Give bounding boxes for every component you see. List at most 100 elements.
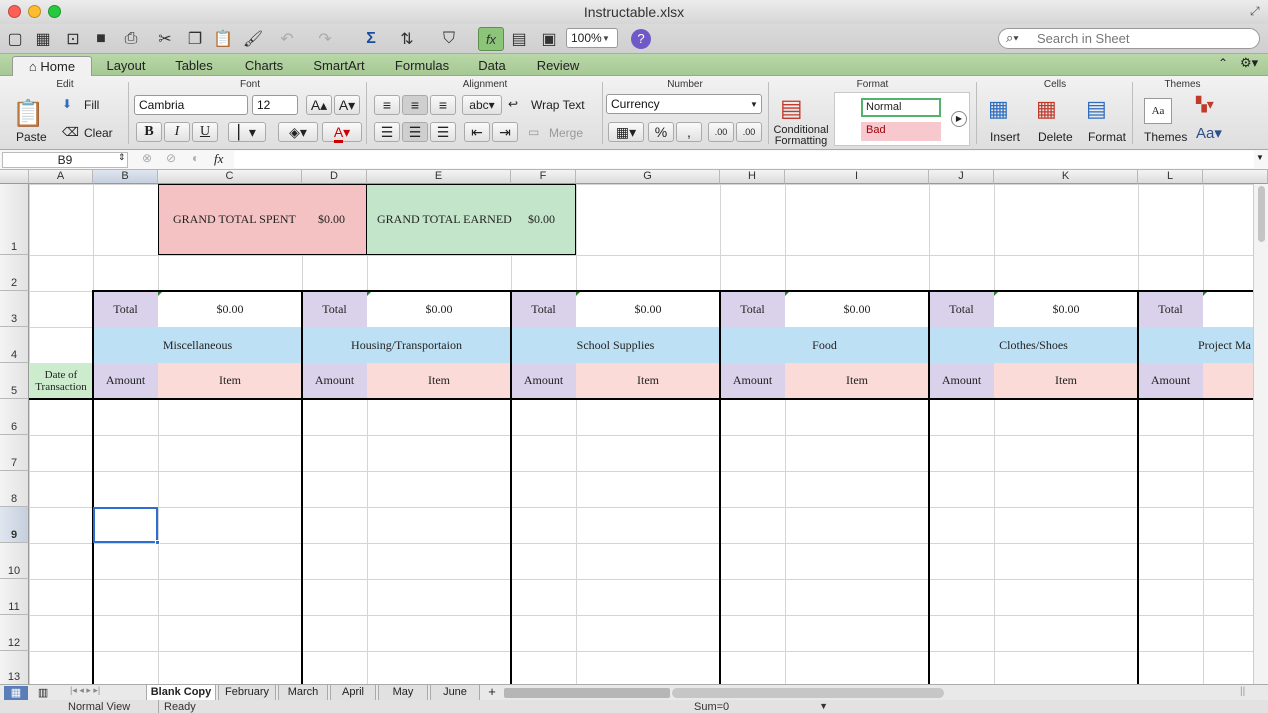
category-total-label[interactable]: Total	[720, 291, 785, 327]
column-header-j[interactable]: J	[929, 170, 994, 184]
category-total-label[interactable]: Total	[302, 291, 367, 327]
row-header-10[interactable]: 10	[0, 543, 29, 579]
category-name[interactable]: Housing/Transportaion	[302, 327, 511, 363]
page-layout-view-icon[interactable]: ▥	[31, 686, 55, 699]
collapse-ribbon-icon[interactable]: ⌃	[1218, 56, 1228, 70]
item-header[interactable]: Item	[576, 363, 720, 398]
item-header[interactable]: Item	[994, 363, 1138, 398]
row-header-6[interactable]: 6	[0, 399, 29, 435]
fill-color-button[interactable]: ◈▾	[278, 122, 318, 142]
column-header-l[interactable]: L	[1138, 170, 1203, 184]
row-header-8[interactable]: 8	[0, 471, 29, 507]
row-header-7[interactable]: 7	[0, 435, 29, 471]
sheet-nav-arrows[interactable]: |◂ ◂ ▸ ▸|	[70, 685, 100, 696]
shrink-font-button[interactable]: A▾	[334, 95, 360, 115]
underline-button[interactable]: U	[192, 122, 218, 142]
amount-header[interactable]: Amount	[720, 363, 785, 398]
align-top-button[interactable]: ≡	[374, 95, 400, 115]
cut-icon[interactable]: ✂	[152, 27, 178, 51]
sheet-tab-blank-copy[interactable]: Blank Copy	[146, 685, 216, 701]
tab-tables[interactable]: Tables	[164, 56, 224, 76]
print-icon[interactable]: ⎙	[118, 27, 144, 51]
text-orientation-button[interactable]: abc▾	[462, 95, 502, 115]
name-box[interactable]: B9	[2, 152, 128, 168]
item-header[interactable]: Item	[158, 363, 302, 398]
formula-builder-icon[interactable]: fx	[478, 27, 504, 51]
amount-header[interactable]: Amount	[929, 363, 994, 398]
themes-button[interactable]: Themes	[1144, 130, 1187, 144]
autosum-icon[interactable]: Σ	[358, 27, 384, 51]
paste-button[interactable]: Paste	[16, 130, 47, 144]
column-header-a[interactable]: A	[29, 170, 93, 184]
column-header-c[interactable]: C	[158, 170, 302, 184]
row-header-13[interactable]: 13	[0, 651, 29, 685]
italic-button[interactable]: I	[164, 122, 190, 142]
align-center-button[interactable]: ☰	[402, 122, 428, 142]
new-document-icon[interactable]: ▢	[2, 27, 28, 51]
category-name[interactable]: Food	[720, 327, 929, 363]
style-bad[interactable]: Bad	[861, 122, 941, 141]
vertical-scrollbar[interactable]	[1253, 184, 1268, 685]
category-total-value[interactable]: $0.00	[994, 291, 1138, 327]
gear-icon[interactable]: ⚙▾	[1240, 55, 1258, 71]
increase-indent-button[interactable]: ⇥	[492, 122, 518, 142]
accounting-format-button[interactable]: ▦▾	[608, 122, 644, 142]
zoom-select[interactable]: 100%	[566, 28, 618, 48]
column-header-i[interactable]: I	[785, 170, 929, 184]
item-header[interactable]: Item	[785, 363, 929, 398]
row-header-12[interactable]: 12	[0, 615, 29, 651]
amount-header[interactable]: Amount	[511, 363, 576, 398]
confirm-icon[interactable]: ⊘	[166, 151, 176, 165]
font-color-button[interactable]: A▾	[322, 122, 362, 143]
category-name[interactable]: Project Ma	[1138, 327, 1268, 363]
bold-button[interactable]: B	[136, 122, 162, 142]
sheet-tab-february[interactable]: February	[218, 685, 276, 701]
tab-data[interactable]: Data	[466, 56, 518, 76]
column-header-h[interactable]: H	[720, 170, 785, 184]
insert-button[interactable]: Insert	[990, 130, 1020, 144]
sort-icon[interactable]: ⇅	[394, 27, 420, 51]
play-icon[interactable]: ▶	[951, 111, 967, 127]
formula-input[interactable]	[234, 151, 1254, 168]
column-header-f[interactable]: F	[511, 170, 576, 184]
vertical-scroll-thumb[interactable]	[1258, 186, 1265, 242]
clear-button[interactable]: Clear	[84, 126, 113, 140]
decrease-indent-button[interactable]: ⇤	[464, 122, 490, 142]
help-icon[interactable]: ?	[631, 29, 651, 49]
redo-icon[interactable]: ↷	[312, 27, 338, 51]
category-name[interactable]: Miscellaneous	[93, 327, 302, 363]
selected-cell-b9[interactable]	[93, 507, 158, 543]
borders-button[interactable]: ▏▾	[228, 122, 266, 142]
category-name[interactable]: School Supplies	[511, 327, 720, 363]
wrap-text-button[interactable]: Wrap Text	[531, 98, 585, 112]
delete-button[interactable]: Delete	[1038, 130, 1073, 144]
grand-total-spent-value[interactable]: $0.00	[318, 184, 364, 255]
align-right-button[interactable]: ☰	[430, 122, 456, 142]
category-total-value[interactable]: $0.00	[367, 291, 511, 327]
category-total-value[interactable]: $0.00	[158, 291, 302, 327]
row-header-4[interactable]: 4	[0, 327, 29, 363]
amount-header[interactable]: Amount	[1138, 363, 1203, 398]
row-header-3[interactable]: 3	[0, 291, 29, 327]
category-total-value[interactable]: $0.00	[576, 291, 720, 327]
normal-view-icon[interactable]: ▦	[4, 686, 28, 700]
category-total-label[interactable]: Total	[93, 291, 158, 327]
column-header-b[interactable]: B	[93, 170, 158, 184]
row-header-1[interactable]: 1	[0, 184, 29, 255]
amount-header[interactable]: Amount	[93, 363, 158, 398]
sheet-tab-june[interactable]: June	[430, 685, 480, 701]
align-left-button[interactable]: ☰	[374, 122, 400, 142]
decrease-decimal-button[interactable]: .00	[736, 122, 762, 142]
save-icon[interactable]: ■	[88, 27, 114, 51]
tab-smartart[interactable]: SmartArt	[304, 56, 374, 76]
fonts-theme-button[interactable]: Aa▾	[1196, 124, 1222, 142]
open-icon[interactable]: ⊡	[60, 27, 86, 51]
tab-home[interactable]: ⌂ Home	[12, 56, 92, 76]
sheet-tab-may[interactable]: May	[378, 685, 428, 701]
category-total-label[interactable]: Total	[929, 291, 994, 327]
undo-icon[interactable]: ↶	[274, 27, 300, 51]
category-total-value[interactable]: $0.00	[785, 291, 929, 327]
category-total-label[interactable]: Total	[511, 291, 576, 327]
horizontal-scroll-thumb[interactable]	[672, 688, 944, 698]
column-header-k[interactable]: K	[994, 170, 1138, 184]
